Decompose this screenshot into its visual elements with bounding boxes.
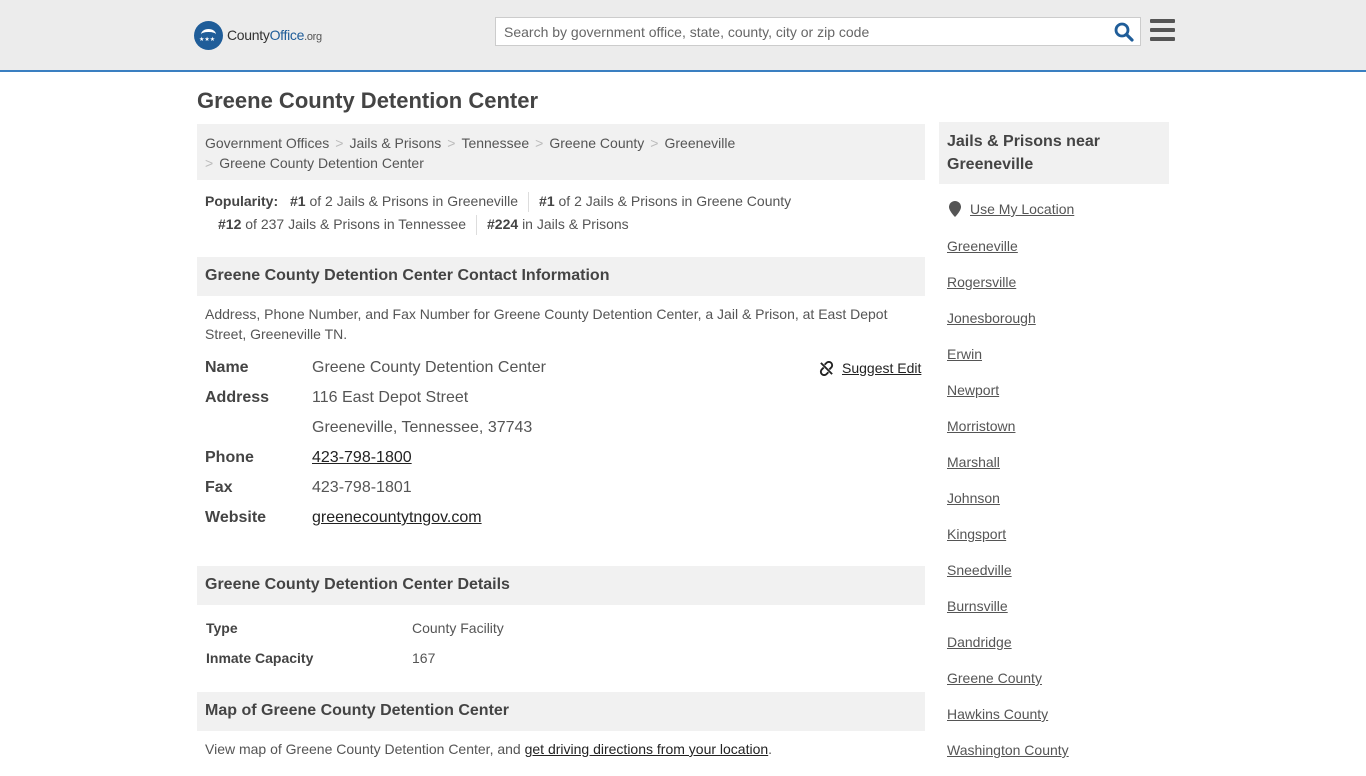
breadcrumb-government-offices[interactable]: Government Offices: [205, 135, 329, 151]
map-section-heading: Map of Greene County Detention Center: [197, 692, 925, 731]
divider: [476, 215, 478, 236]
phone-label: Phone: [205, 449, 254, 466]
nearby-list: Greeneville Rogersville Jonesborough Erw…: [947, 236, 1069, 776]
fax-label: Fax: [205, 479, 233, 496]
contact-intro: Address, Phone Number, and Fax Number fo…: [205, 306, 888, 342]
nearby-link-dandridge[interactable]: Dandridge: [947, 634, 1012, 650]
nearby-link-greene-county[interactable]: Greene County: [947, 670, 1042, 686]
list-item: Johnson: [947, 488, 1069, 524]
breadcrumb-greeneville[interactable]: Greeneville: [664, 135, 735, 151]
suggest-edit-label: Suggest Edit: [842, 360, 922, 376]
nearby-link-johnson[interactable]: Johnson: [947, 490, 1000, 506]
use-location-row: Use My Location: [949, 201, 1074, 217]
contact-section-heading: Greene County Detention Center Contact I…: [197, 257, 925, 296]
search-input[interactable]: [496, 18, 1096, 45]
site-logo[interactable]: CountyOffice.org: [194, 20, 322, 50]
fax-value: 423-798-1801: [312, 479, 412, 496]
breadcrumb-separator: >: [650, 135, 659, 151]
list-item: Marshall: [947, 452, 1069, 488]
breadcrumb-jails-prisons[interactable]: Jails & Prisons: [349, 135, 441, 151]
nearby-link-sneedville[interactable]: Sneedville: [947, 562, 1012, 578]
popularity-item: #224 in Jails & Prisons: [487, 216, 629, 232]
name-label: Name: [205, 359, 249, 376]
phone-link[interactable]: 423-798-1800: [312, 448, 412, 468]
popularity-item: #12 of 237 Jails & Prisons in Tennessee: [218, 216, 467, 232]
suggest-edit-button[interactable]: Suggest Edit: [819, 360, 921, 376]
nearby-link-jonesborough[interactable]: Jonesborough: [947, 310, 1036, 326]
hamburger-menu-icon[interactable]: [1150, 19, 1175, 41]
website-link[interactable]: greenecountytngov.com: [312, 508, 482, 528]
list-item: Morristown: [947, 416, 1069, 452]
breadcrumb-separator: >: [447, 135, 456, 151]
list-item: Greene County: [947, 668, 1069, 704]
top-bar: CountyOffice.org: [0, 0, 1366, 72]
nearby-link-morristown[interactable]: Morristown: [947, 418, 1015, 434]
nearby-link-erwin[interactable]: Erwin: [947, 346, 982, 362]
popularity-item: #1 of 2 Jails & Prisons in Greeneville: [290, 193, 519, 209]
name-value: Greene County Detention Center: [312, 359, 546, 376]
page-title: Greene County Detention Center: [197, 88, 539, 113]
detail-value: 167: [412, 650, 436, 666]
detail-label: Inmate Capacity: [206, 650, 314, 666]
breadcrumb-current: Greene County Detention Center: [219, 155, 424, 171]
search-icon[interactable]: [1114, 22, 1134, 42]
nearby-link-marshall[interactable]: Marshall: [947, 454, 1000, 470]
breadcrumb: Government Offices > Jails & Prisons > Tenne…: [197, 124, 925, 180]
breadcrumb-greene-county[interactable]: Greene County: [549, 135, 644, 151]
divider: [528, 192, 530, 213]
list-item: Sneedville: [947, 560, 1069, 596]
list-item: Washington County: [947, 740, 1069, 776]
details-section-heading: Greene County Detention Center Details: [197, 566, 925, 605]
list-item: Jonesborough: [947, 308, 1069, 344]
location-pin-icon: [949, 201, 961, 217]
list-item: Rogersville: [947, 272, 1069, 308]
breadcrumb-separator: >: [205, 155, 214, 171]
list-item: Newport: [947, 380, 1069, 416]
list-item: Greeneville: [947, 236, 1069, 272]
nearby-link-newport[interactable]: Newport: [947, 382, 999, 398]
address-label: Address: [205, 389, 270, 406]
list-item: Hawkins County: [947, 704, 1069, 740]
list-item: Burnsville: [947, 596, 1069, 632]
nearby-link-kingsport[interactable]: Kingsport: [947, 526, 1006, 542]
nearby-link-washington-county[interactable]: Washington County: [947, 742, 1069, 758]
list-item: Erwin: [947, 344, 1069, 380]
logo-text: CountyOffice.org: [227, 27, 322, 43]
list-item: Kingsport: [947, 524, 1069, 560]
sidebar-heading: Jails & Prisons near Greeneville: [939, 122, 1169, 184]
list-item: Dandridge: [947, 632, 1069, 668]
detail-label: Type: [206, 620, 238, 636]
address-line2: Greeneville, Tennessee, 37743: [312, 419, 533, 436]
popularity-item: #1 of 2 Jails & Prisons in Greene County: [539, 193, 792, 209]
broken-link-icon: [819, 360, 834, 376]
nearby-link-rogersville[interactable]: Rogersville: [947, 274, 1016, 290]
detail-value: County Facility: [412, 620, 504, 636]
nearby-link-hawkins-county[interactable]: Hawkins County: [947, 706, 1048, 722]
nearby-link-burnsville[interactable]: Burnsville: [947, 598, 1008, 614]
use-my-location-link[interactable]: Use My Location: [970, 201, 1074, 217]
popularity-rankings: Popularity: #1 of 2 Jails & Prisons in G…: [205, 190, 905, 236]
breadcrumb-tennessee[interactable]: Tennessee: [461, 135, 529, 151]
nearby-link-greeneville[interactable]: Greeneville: [947, 238, 1018, 254]
driving-directions-link[interactable]: get driving directions from your locatio…: [525, 741, 769, 757]
breadcrumb-separator: >: [535, 135, 544, 151]
address-line1: 116 East Depot Street: [312, 389, 469, 406]
popularity-label: Popularity:: [205, 193, 279, 209]
map-description: View map of Greene County Detention Cent…: [205, 741, 773, 757]
search-box: [495, 17, 1141, 46]
breadcrumb-separator: >: [335, 135, 344, 151]
website-label: Website: [205, 509, 267, 526]
eagle-logo-icon: [194, 20, 223, 50]
